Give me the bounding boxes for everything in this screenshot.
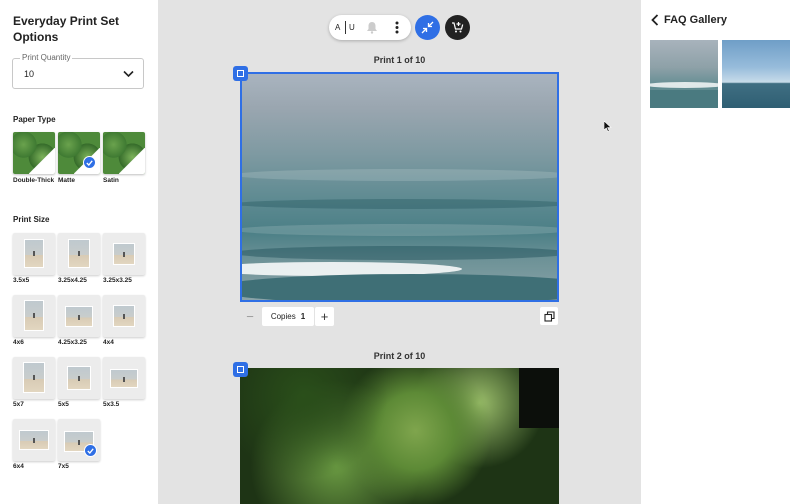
- panel-title: Everyday Print Set Options: [13, 14, 120, 44]
- chevron-left-icon[interactable]: [651, 14, 659, 26]
- size-option-label: 5x3.5: [103, 401, 120, 408]
- print-photo-1[interactable]: [240, 72, 559, 302]
- add-to-cart-button[interactable]: [445, 15, 470, 40]
- size-option-label: 3.25x4.25: [58, 277, 87, 284]
- paper-option-satin[interactable]: [103, 132, 145, 174]
- more-vertical-icon[interactable]: [395, 21, 399, 34]
- text-toolbar: A U: [329, 15, 411, 40]
- gallery-thumbnail[interactable]: [650, 40, 718, 108]
- paper-option-label: Matte: [58, 177, 75, 184]
- print-quantity-label: Print Quantity: [20, 53, 73, 62]
- font-button[interactable]: A: [335, 23, 340, 32]
- check-icon: [83, 156, 96, 169]
- size-option-4x6[interactable]: [13, 295, 55, 337]
- size-option-label: 4x6: [13, 339, 24, 346]
- options-panel: Everyday Print Set Options Print Quantit…: [0, 0, 158, 504]
- print-size-heading: Print Size: [13, 215, 50, 224]
- size-option-3.25x3.25[interactable]: [103, 233, 145, 275]
- underline-button[interactable]: U: [349, 23, 355, 32]
- paper-type-heading: Paper Type: [13, 115, 56, 124]
- mouse-cursor-icon: [604, 121, 612, 132]
- select-image-icon[interactable]: [233, 66, 248, 81]
- size-option-3.5x5[interactable]: [13, 233, 55, 275]
- size-option-5x7[interactable]: [13, 357, 55, 399]
- paper-option-double-thick[interactable]: [13, 132, 55, 174]
- size-option-3.25x4.25[interactable]: [58, 233, 100, 275]
- size-option-4x4[interactable]: [103, 295, 145, 337]
- size-option-4.25x3.25[interactable]: [58, 295, 100, 337]
- chevron-down-icon: [123, 70, 134, 78]
- copies-display: Copies 1: [262, 307, 314, 326]
- size-option-label: 3.5x5: [13, 277, 30, 284]
- copies-label: Copies: [270, 312, 296, 321]
- select-image-icon[interactable]: [233, 362, 248, 377]
- print-quantity-select[interactable]: Print Quantity 10: [12, 53, 144, 89]
- copies-stepper: − Copies 1 +: [240, 307, 416, 326]
- size-option-label: 6x4: [13, 463, 24, 470]
- cursor-divider: [345, 21, 346, 34]
- print-title: Print 2 of 10: [373, 351, 426, 361]
- size-option-label: 4.25x3.25: [58, 339, 87, 346]
- copies-value: 1: [300, 312, 306, 321]
- duplicate-print-button[interactable]: [540, 307, 558, 325]
- paper-option-label: Double-Thick: [13, 177, 55, 184]
- increase-copies-button[interactable]: +: [315, 307, 334, 326]
- print-photo-2[interactable]: [240, 368, 559, 504]
- print-title: Print 1 of 10: [373, 55, 426, 65]
- size-option-5x5[interactable]: [58, 357, 100, 399]
- faq-gallery-panel: FAQ Gallery: [641, 0, 800, 504]
- size-option-6x4[interactable]: [13, 419, 55, 461]
- collapse-arrows-icon: [421, 21, 434, 34]
- paper-option-label: Satin: [103, 177, 119, 184]
- collapse-button[interactable]: [415, 15, 440, 40]
- faq-gallery-title: FAQ Gallery: [664, 14, 727, 26]
- decrease-copies-button[interactable]: −: [240, 307, 260, 326]
- paper-option-matte[interactable]: [58, 132, 100, 174]
- size-option-label: 5x7: [13, 401, 24, 408]
- size-option-5x3.5[interactable]: [103, 357, 145, 399]
- gallery-thumbnail[interactable]: [722, 40, 790, 108]
- duplicate-icon: [543, 310, 555, 322]
- size-option-label: 7x5: [58, 463, 69, 470]
- cart-add-icon: [452, 22, 464, 33]
- check-icon: [84, 444, 97, 457]
- bell-icon[interactable]: [366, 21, 378, 34]
- print-quantity-value: 10: [24, 69, 35, 79]
- size-option-label: 4x4: [103, 339, 114, 346]
- print-canvas: A U Print 1 of 10 − Copies 1 + Print 2 o…: [158, 0, 641, 504]
- size-option-label: 5x5: [58, 401, 69, 408]
- size-option-label: 3.25x3.25: [103, 277, 132, 284]
